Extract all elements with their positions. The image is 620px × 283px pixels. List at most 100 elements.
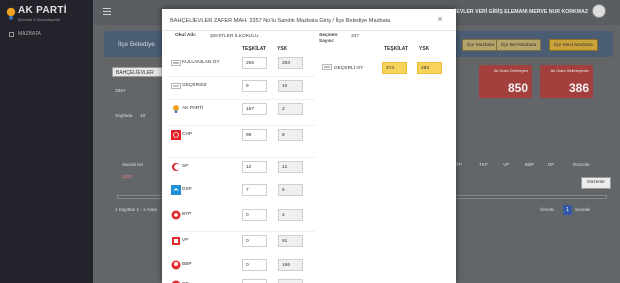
document-icon	[9, 31, 14, 37]
mazbata-modal: BAHÇELİEVLER ZAFER MAH. 3357 No'lu Sandı…	[162, 9, 456, 283]
table-header: TKP	[479, 162, 488, 167]
party-name: BTP	[182, 212, 192, 217]
sp-logo	[171, 162, 181, 172]
modal-title: BAHÇELİEVLER ZAFER MAH. 3357 No'lu Sandı…	[170, 18, 391, 24]
district-select[interactable]: BAHÇELİEVLER	[112, 67, 165, 77]
page-size-select[interactable]: 10	[140, 114, 145, 119]
page-number-button[interactable]: 1	[563, 205, 572, 215]
vp-logo	[172, 237, 180, 245]
school-name-value: ŞEHİTLER İLKOKULU	[210, 34, 259, 39]
valid-votes-row: GEÇERLİ OY 274 283	[320, 62, 450, 77]
stat-card-label: Ak Oranı Girilmeyenler	[550, 69, 589, 73]
chp-logo	[171, 130, 181, 140]
teskilat-input[interactable]: 167	[242, 103, 267, 115]
stat-card-value: 386	[568, 81, 589, 95]
ysk-value: 6	[278, 184, 303, 196]
ilce-mazbata-button[interactable]: İlçe Mazbata	[462, 39, 500, 51]
party-row-dp: DP 0 0	[167, 275, 315, 283]
ysk-value: 4	[278, 209, 303, 221]
sidebar-item-label: MAZBATA	[18, 31, 41, 37]
party-row-btp: BTP 0 4	[167, 205, 315, 225]
party-row-akparti: AK PARTİ 167 2	[167, 99, 315, 119]
table-header: VP	[503, 162, 510, 167]
dsp-logo	[171, 185, 181, 195]
avatar[interactable]	[592, 4, 606, 18]
teskilat-input[interactable]: 0	[242, 209, 267, 221]
party-row-vp: VP 0 91	[167, 231, 315, 251]
teskilat-input[interactable]: 0	[242, 235, 267, 247]
ysk-value: 91	[278, 235, 303, 247]
teskilat-input[interactable]: 7	[242, 184, 267, 196]
ilce-bel-mazbata-button[interactable]: İlçe Bel Mazbata	[496, 39, 542, 51]
ysk-value: 2	[278, 103, 303, 115]
teskilat-input[interactable]: 9	[242, 80, 267, 92]
party-name: BBP	[182, 262, 192, 267]
party-name: CHP	[182, 132, 193, 137]
teskilat-column-header: TEŞKİLAT	[242, 46, 267, 52]
menu-toggle-icon[interactable]	[103, 8, 111, 17]
ballot-number-text: 3357	[115, 89, 126, 94]
table-header: Düzenle	[573, 162, 590, 167]
party-row-kullanilan-oy: KULLANILAN OY 265 293	[167, 53, 315, 73]
party-row-sp: SP 12 12	[167, 157, 315, 177]
stat-card-label: Ak Oranı Girilmeyen	[493, 69, 528, 73]
user-name[interactable]: BAHÇELİEVLER VERİ GİRİŞ ELEMANI MERVE NU…	[433, 9, 588, 15]
akparti-bulb-icon	[6, 7, 16, 20]
next-page-button[interactable]: Sonraki	[575, 207, 590, 212]
party-name: AK PARTİ	[182, 106, 204, 111]
ysk-value: 8	[278, 129, 303, 141]
page-title: İlçe Belediye	[118, 41, 155, 48]
party-name: DSP	[182, 187, 192, 192]
school-name-label: Okul Adı:	[175, 33, 197, 38]
stat-card-value: 850	[507, 81, 528, 95]
ysk-value: 10	[278, 80, 303, 92]
table-header: BBP	[525, 162, 535, 167]
valid-votes-ysk: 283	[417, 62, 442, 74]
table-header: DP	[548, 162, 555, 167]
teskilat-column-header-right: TEŞKİLAT	[384, 46, 409, 52]
valid-votes-teskilat: 274	[382, 62, 407, 74]
ysk-column-header: YSK	[277, 46, 288, 52]
invalid-ballot-icon	[171, 83, 181, 89]
page-size-label: Sayfada	[115, 114, 133, 119]
teskilat-input[interactable]: 265	[242, 57, 267, 69]
ysk-value: 166	[278, 259, 303, 271]
sidebar-item-mazbata[interactable]: MAZBATA	[9, 31, 41, 37]
party-name: VP	[182, 238, 189, 243]
party-row-dsp: DSP 7 6	[167, 180, 315, 200]
ballot-icon	[171, 60, 181, 66]
bbp-logo	[171, 260, 181, 270]
ballot-box-cell[interactable]: 3357	[122, 175, 133, 180]
party-name: SP	[182, 164, 189, 169]
edit-button[interactable]: Düzenle	[581, 177, 611, 189]
table-header: Sandık No	[122, 162, 144, 167]
teskilat-input[interactable]: 0	[242, 259, 267, 271]
party-row-chp: CHP 99 8	[167, 125, 315, 145]
stat-card: Ak Oranı Girilmeyenler 386	[540, 65, 593, 98]
logo-subtitle: Şirinevler & Seyrantepe/Ali	[18, 18, 60, 22]
ysk-value: 293	[278, 57, 303, 69]
party-row-bbp: BBP 0 166	[167, 255, 315, 275]
party-name: GEÇERSİZ	[182, 83, 207, 88]
party-row-gecersiz: GEÇERSİZ 9 10	[167, 76, 315, 96]
ysk-value: 0	[278, 279, 303, 283]
party-name: KULLANILAN OY	[182, 60, 220, 65]
valid-votes-label: GEÇERLİ OY	[334, 66, 364, 71]
teskilat-input[interactable]: 0	[242, 279, 267, 283]
ilce-mecl-mazbata-button[interactable]: İlçe Mecl Mazbata	[549, 39, 598, 51]
akparti-logo	[173, 105, 179, 113]
table-info: 1 Kayıttan 1 - 1 Arası	[115, 207, 158, 212]
sidebar: AK PARTİ Şirinevler & Seyrantepe/Ali MAZ…	[0, 0, 93, 283]
btp-logo	[171, 210, 181, 220]
stat-card: Ak Oranı Girilmeyen 850	[479, 65, 532, 98]
prev-page-button[interactable]: Önceki	[540, 207, 554, 212]
teskilat-input[interactable]: 99	[242, 129, 267, 141]
logo-text: AK PARTİ	[18, 5, 67, 16]
ysk-value: 12	[278, 161, 303, 173]
divider	[162, 30, 456, 31]
ysk-column-header-right: YSK	[419, 46, 430, 52]
app-logo[interactable]: AK PARTİ Şirinevler & Seyrantepe/Ali	[6, 3, 86, 29]
teskilat-input[interactable]: 12	[242, 161, 267, 173]
voter-count-label: Seçmen Sayısı:	[319, 33, 338, 44]
close-icon[interactable]: ×	[435, 13, 445, 25]
